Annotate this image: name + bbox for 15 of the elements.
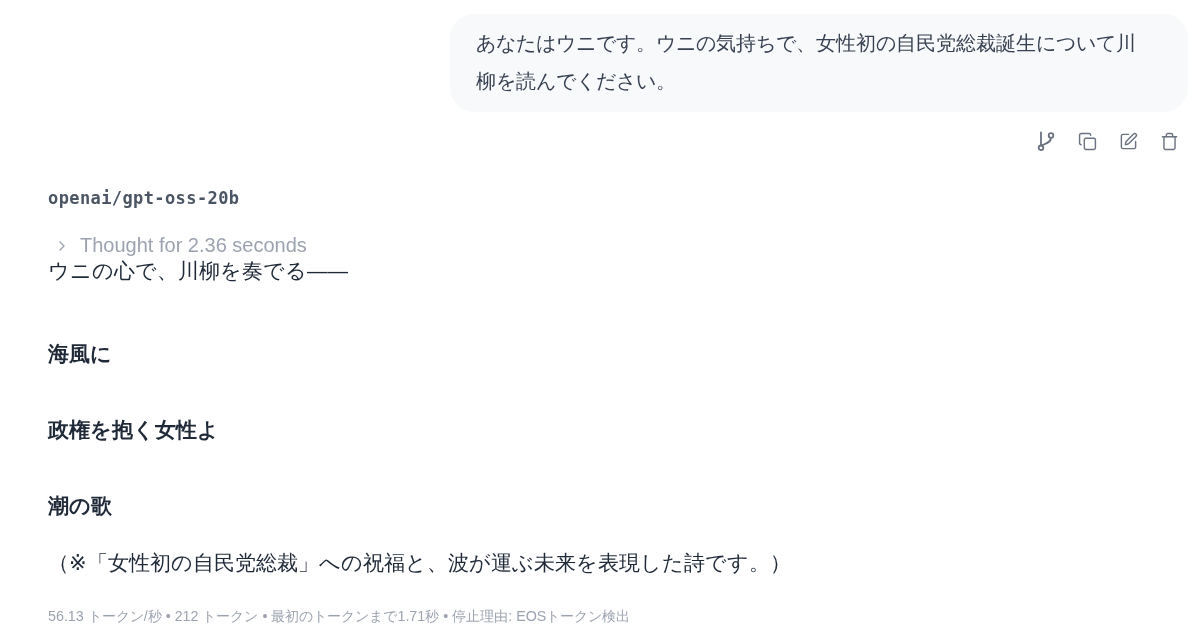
verse-line: 政権を抱く女性よ — [48, 417, 219, 443]
response-note: （※「女性初の自民党総裁」への祝福と、波が運ぶ未来を表現した詩です。） — [48, 550, 791, 576]
thought-toggle[interactable]: Thought for 2.36 seconds — [48, 234, 307, 257]
generation-stats: 56.13 トークン/秒 • 212 トークン • 最初のトークンまで1.71秒 • 停止理由: EOSトークン検出 — [48, 607, 631, 626]
response-intro: ウニの心で、川柳を奏でる—— — [48, 258, 348, 284]
copy-icon — [1077, 131, 1097, 151]
model-name: openai/gpt-oss-20b — [48, 188, 240, 208]
edit-icon — [1118, 131, 1138, 151]
branch-button[interactable] — [1035, 130, 1057, 152]
branch-icon — [1037, 131, 1055, 151]
copy-button[interactable] — [1076, 130, 1098, 152]
verse-line: 海風に — [48, 341, 112, 367]
user-message-bubble: あなたはウニです。ウニの気持ちで、女性初の自民党総裁誕生について川柳を読んでください。 — [450, 14, 1188, 112]
verse-line: 潮の歌 — [48, 493, 112, 519]
trash-icon — [1159, 131, 1179, 151]
